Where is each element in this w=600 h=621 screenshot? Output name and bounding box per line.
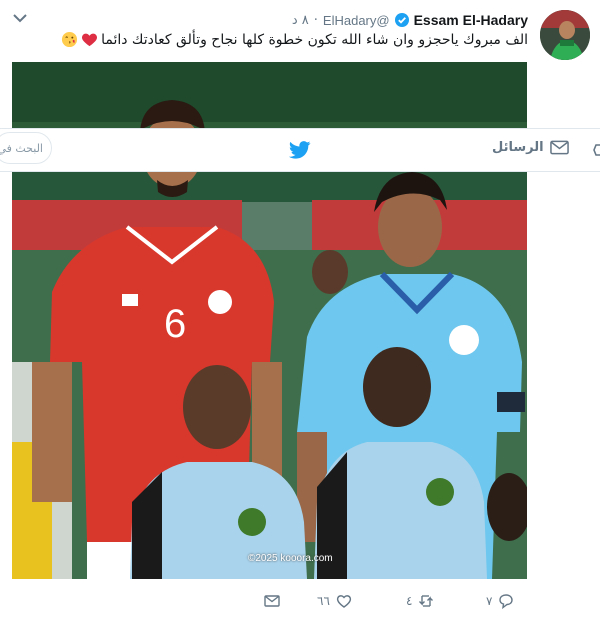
tweet-author-line: Essam El-Hadary @ElHadary · ٨ د [292, 12, 528, 28]
dm-icon [264, 595, 280, 607]
retweet-icon [419, 595, 434, 607]
photo-watermark: ©2025 kooora.com [248, 553, 333, 564]
author-name[interactable]: Essam El-Hadary [414, 12, 528, 28]
svg-text:6: 6 [164, 302, 186, 346]
dm-button[interactable] [264, 593, 280, 609]
tweet-time[interactable]: ٨ د [292, 13, 309, 28]
author-handle[interactable]: @ElHadary [323, 13, 390, 28]
kiss-emoji-icon [62, 31, 78, 48]
reply-button[interactable]: ٧ [486, 593, 514, 609]
retweet-count: ٤ [406, 594, 413, 608]
tweet-actions: ٧ ٤ ٦٦ [0, 590, 600, 614]
avatar[interactable] [540, 10, 590, 60]
mail-icon [549, 140, 569, 155]
twitter-navbar: البحث في الرسائل [0, 128, 600, 172]
search-input[interactable]: البحث في [0, 132, 52, 164]
messages-label: الرسائل [492, 140, 544, 155]
heart-emoji-icon [82, 33, 98, 47]
twitter-bird-icon[interactable] [289, 141, 311, 159]
tweet-text: الف مبروك ياحجزو وان شاء الله تكون خطوة … [101, 31, 528, 48]
like-icon [336, 595, 351, 608]
more-nav-icon[interactable] [591, 142, 600, 158]
like-button[interactable]: ٦٦ [317, 593, 352, 609]
verified-icon [394, 13, 409, 27]
like-count: ٦٦ [317, 594, 330, 608]
separator: · [313, 12, 318, 28]
chevron-down-icon[interactable] [13, 13, 27, 23]
messages-nav-item[interactable]: الرسائل [492, 140, 569, 155]
retweet-button[interactable]: ٤ [406, 593, 434, 609]
reply-count: ٧ [486, 594, 493, 608]
reply-icon [499, 594, 514, 609]
tweet-text-line: الف مبروك ياحجزو وان شاء الله تكون خطوة … [61, 31, 528, 48]
